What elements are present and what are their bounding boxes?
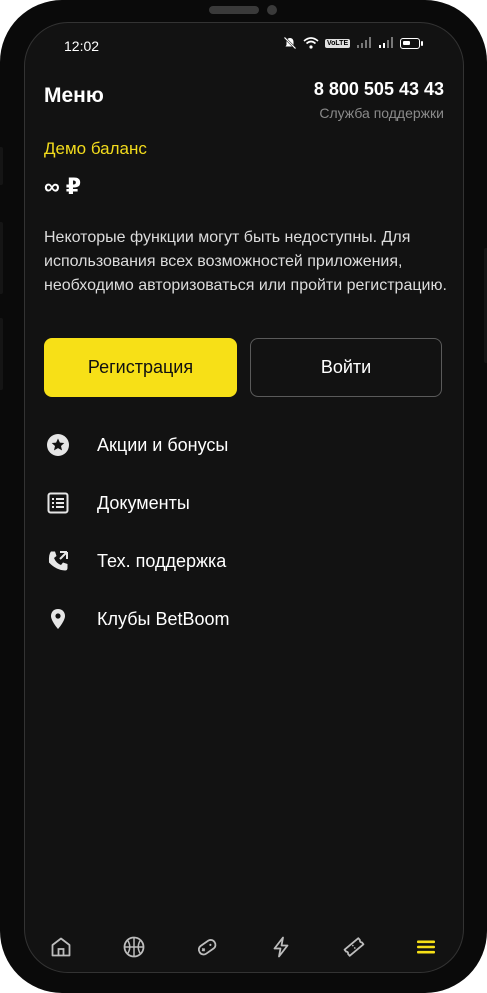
menu-item-documents[interactable]: Документы (44, 485, 444, 521)
side-button (0, 318, 3, 390)
mute-bell-icon (283, 36, 297, 50)
login-button-label: Войти (320, 357, 372, 377)
basketball-icon (123, 936, 145, 958)
phone-frame: 12:02 VoLTE Меню 8 800 505 43 43 Служба … (0, 0, 487, 993)
side-button (0, 222, 3, 294)
tab-coupon[interactable] (339, 932, 369, 962)
ticket-icon (343, 937, 365, 957)
menu-item-label: Тех. поддержка (97, 550, 227, 571)
menu-item-label: Документы (97, 492, 190, 513)
balance-value: ∞ ₽ (44, 174, 82, 199)
support-label: Служба поддержки (319, 105, 444, 121)
side-button (0, 147, 3, 185)
tab-live[interactable] (266, 932, 296, 962)
login-button[interactable]: Войти (250, 338, 442, 397)
menu-item-label: Клубы BetBoom (97, 608, 230, 629)
register-button[interactable]: Регистрация (44, 338, 237, 397)
tab-menu[interactable] (411, 932, 441, 962)
tab-home[interactable] (46, 932, 76, 962)
menu-item-support[interactable]: Тех. поддержка (44, 543, 444, 579)
bottom-tab-bar (25, 928, 463, 972)
menu-item-promotions[interactable]: Акции и бонусы (44, 427, 444, 463)
page-title: Меню (44, 84, 104, 107)
menu-item-clubs[interactable]: Клубы BetBoom (44, 601, 444, 637)
auth-notice: Некоторые функции могут быть недоступны.… (44, 229, 447, 294)
tab-esports[interactable] (192, 932, 222, 962)
demo-balance-label: Демо баланс (44, 139, 147, 158)
home-icon (51, 937, 71, 957)
lightning-icon (273, 936, 289, 958)
hamburger-menu-icon (417, 940, 435, 954)
support-phone-link[interactable]: 8 800 505 43 43 (314, 79, 444, 100)
signal-icon (379, 37, 394, 48)
gamepad-icon (197, 939, 217, 956)
wifi-icon (303, 37, 319, 49)
battery-icon (400, 37, 421, 49)
menu-item-label: Акции и бонусы (97, 434, 229, 455)
battery-tip (421, 40, 424, 46)
tab-sports[interactable] (119, 932, 149, 962)
volte-badge: VoLTE (325, 38, 351, 48)
register-button-label: Регистрация (87, 357, 194, 377)
signal-icon (357, 37, 372, 48)
location-pin-icon (44, 605, 72, 633)
status-icons: VoLTE (283, 36, 424, 50)
speaker-grille (209, 6, 259, 14)
star-badge-icon (44, 431, 72, 459)
document-list-icon (44, 489, 72, 517)
phone-support-icon (44, 547, 72, 575)
app-screen: 12:02 VoLTE Меню 8 800 505 43 43 Служба … (24, 22, 464, 973)
status-time: 12:02 (64, 38, 100, 54)
front-camera (267, 5, 277, 15)
